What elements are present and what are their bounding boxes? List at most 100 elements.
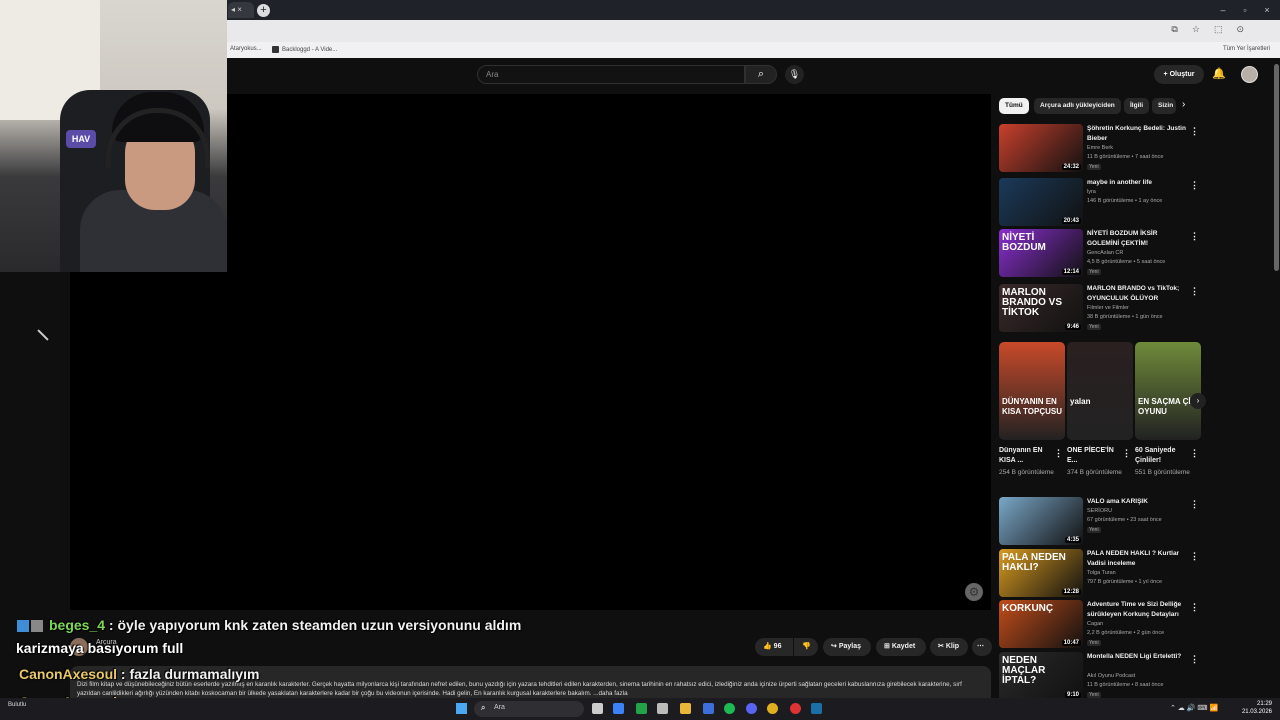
system-tray[interactable]: ⌃ ☁ 🔊 ⌨ 📶: [1170, 704, 1218, 712]
clock[interactable]: 21:29 21.03.2026: [1242, 700, 1272, 716]
video-item[interactable]: 20:43 maybe in another life lyra 146 B görü…: [999, 178, 1204, 228]
video-title[interactable]: Şöhretin Korkunç Bedeli: Justin Bieber: [1087, 124, 1187, 144]
video-meta: 2,2 B görüntüleme • 2 gün önce: [1087, 630, 1165, 636]
more-icon[interactable]: ⋮: [1190, 654, 1199, 665]
more-icon[interactable]: ⋮: [1122, 448, 1131, 459]
channel-name[interactable]: Emre Berk: [1087, 145, 1113, 151]
video-item[interactable]: NİYETİ BOZDUM 12:14 NİYETİ BOZDUM İKSİR GO…: [999, 229, 1204, 279]
short-thumbnail[interactable]: DÜNYANIN EN KISA TOPÇUSU: [999, 342, 1065, 440]
video-item[interactable]: 4:35 VALO ama KARIŞIK SERİORU 67 görüntülem…: [999, 497, 1204, 547]
more-icon[interactable]: ⋮: [1190, 602, 1199, 613]
video-title[interactable]: Montella NEDEN Ligi Erteletti?: [1087, 652, 1187, 662]
video-title[interactable]: PALA NEDEN HAKLI ? Kurtlar Vadisi incele…: [1087, 549, 1187, 569]
folder-icon[interactable]: [680, 703, 691, 714]
spotify-icon[interactable]: [724, 703, 735, 714]
browser-tab[interactable]: ◂ ×: [228, 2, 254, 18]
video-item[interactable]: 24:32 Şöhretin Korkunç Bedeli: Justin Bie…: [999, 124, 1204, 174]
channel-name[interactable]: Tolga Turan: [1087, 570, 1116, 576]
all-bookmarks[interactable]: Tüm Yer İşaretleri: [1223, 46, 1270, 52]
steam-icon[interactable]: [811, 703, 822, 714]
share-button[interactable]: ↪ Paylaş: [823, 638, 871, 656]
more-icon[interactable]: ⋮: [1190, 180, 1199, 191]
more-actions-button[interactable]: ⋯: [972, 638, 992, 656]
video-thumbnail[interactable]: 20:43: [999, 178, 1083, 226]
video-item[interactable]: KORKUNÇ 10:47 Adventure Time ve Sizi Delli…: [999, 600, 1204, 650]
mic-icon[interactable]: 🎙: [785, 65, 804, 84]
extensions-icon[interactable]: ⬚: [1214, 24, 1223, 35]
description-text[interactable]: Dizi film kitap ve düşünebileceğiniz büt…: [77, 680, 977, 698]
video-item[interactable]: MARLON BRANDO VS TİKTOK 9:46 MARLON BRANDO…: [999, 284, 1204, 334]
app-icon[interactable]: [790, 703, 801, 714]
avatar[interactable]: [1241, 66, 1258, 83]
chip-for-you[interactable]: Sizin: [1152, 98, 1176, 114]
chip-all[interactable]: Tümü: [999, 98, 1029, 114]
channel-name[interactable]: GencAslan CR: [1087, 250, 1123, 256]
short-title[interactable]: Dünyanın EN KISA ...: [999, 446, 1055, 466]
weather-widget[interactable]: Bulutlu: [8, 701, 26, 709]
video-thumbnail[interactable]: KORKUNÇ 10:47: [999, 600, 1083, 648]
bookmark-item[interactable]: Ataryokus...: [230, 46, 262, 52]
video-title[interactable]: Adventure Time ve Sizi Delliğe sürükleye…: [1087, 600, 1187, 620]
app-icon[interactable]: [657, 703, 668, 714]
more-icon[interactable]: ⋮: [1190, 551, 1199, 562]
create-button[interactable]: + Oluştur: [1154, 65, 1204, 84]
chip-related[interactable]: İlgili: [1124, 98, 1149, 114]
more-icon[interactable]: ⋮: [1190, 499, 1199, 510]
dislike-button[interactable]: 👎: [794, 638, 818, 656]
short-thumbnail[interactable]: EN SAÇMA ÇİN OYUNU: [1135, 342, 1201, 440]
new-tab-button[interactable]: +: [257, 4, 270, 17]
discord-icon[interactable]: [746, 703, 757, 714]
cast-icon[interactable]: ⧉: [1171, 24, 1177, 35]
more-icon[interactable]: ⋮: [1190, 286, 1199, 297]
clip-button[interactable]: ✂ Klip: [930, 638, 968, 656]
more-icon[interactable]: ⋮: [1190, 448, 1199, 459]
windows-start-icon[interactable]: [456, 703, 467, 714]
channel-name[interactable]: SERİORU: [1087, 508, 1112, 514]
search-icon[interactable]: ⌕: [745, 65, 777, 84]
scrollbar[interactable]: [1274, 64, 1279, 271]
video-thumbnail[interactable]: 24:32: [999, 124, 1083, 172]
video-title[interactable]: MARLON BRANDO vs TikTok; OYUNCULUK ÖLÜYO…: [1087, 284, 1187, 304]
task-view-icon[interactable]: [592, 703, 603, 714]
video-title[interactable]: NİYETİ BOZDUM İKSİR GOLEMİNİ ÇEKTİM!: [1087, 229, 1187, 249]
more-icon[interactable]: ⋮: [1190, 126, 1199, 137]
bookmark-item[interactable]: Backloggd - A Vide...: [272, 46, 337, 53]
maximize-button[interactable]: ▫: [1236, 3, 1254, 17]
channel-name[interactable]: Cagan: [1087, 621, 1103, 627]
tab-controls[interactable]: ◂ ×: [231, 5, 242, 14]
taskbar-search[interactable]: ⌕ Ara: [474, 701, 584, 717]
xbox-icon[interactable]: [636, 703, 647, 714]
video-title[interactable]: VALO ama KARIŞIK: [1087, 497, 1187, 507]
star-icon[interactable]: ☆: [1192, 24, 1200, 35]
chevron-right-icon[interactable]: ›: [1190, 393, 1206, 409]
more-icon[interactable]: ⋮: [1190, 231, 1199, 242]
short-title[interactable]: ONE PİECE'İN E...: [1067, 446, 1123, 466]
gear-icon[interactable]: ⚙: [965, 583, 983, 601]
minimize-button[interactable]: –: [1214, 3, 1232, 17]
video-item[interactable]: PALA NEDEN HAKLI? 12:28 PALA NEDEN HAKLI ?…: [999, 549, 1204, 599]
video-title[interactable]: maybe in another life: [1087, 178, 1187, 188]
edge-icon[interactable]: [613, 703, 624, 714]
channel-name[interactable]: Filmler ve Filmler: [1087, 305, 1129, 311]
more-icon[interactable]: ⋮: [1054, 448, 1063, 459]
channel-name[interactable]: lyra: [1087, 189, 1096, 195]
save-button[interactable]: ⊞ Kaydet: [876, 638, 926, 656]
video-item[interactable]: NEDEN MAÇLAR İPTAL? 9:10 Montella NEDEN Li…: [999, 652, 1204, 702]
store-icon[interactable]: [703, 703, 714, 714]
profile-icon[interactable]: ⊙: [1236, 24, 1244, 35]
video-thumbnail[interactable]: 4:35: [999, 497, 1083, 545]
chrome-icon[interactable]: [767, 703, 778, 714]
short-title[interactable]: 60 Saniyede Çinliler!: [1135, 446, 1191, 466]
close-window-button[interactable]: ×: [1258, 3, 1276, 17]
search-input[interactable]: Ara: [477, 65, 745, 84]
like-button[interactable]: 👍 96: [755, 638, 793, 656]
video-thumbnail[interactable]: NİYETİ BOZDUM 12:14: [999, 229, 1083, 277]
chevron-right-icon[interactable]: ›: [1182, 99, 1185, 110]
video-thumbnail[interactable]: NEDEN MAÇLAR İPTAL? 9:10: [999, 652, 1083, 700]
short-thumbnail[interactable]: yalan: [1067, 342, 1133, 440]
chip-uploader[interactable]: Arçura adlı yükleyiciden: [1034, 98, 1121, 114]
channel-name[interactable]: Akıl Oyunu Podcast: [1087, 673, 1135, 679]
video-thumbnail[interactable]: PALA NEDEN HAKLI? 12:28: [999, 549, 1083, 597]
bell-icon[interactable]: 🔔: [1212, 67, 1226, 80]
video-thumbnail[interactable]: MARLON BRANDO VS TİKTOK 9:46: [999, 284, 1083, 332]
